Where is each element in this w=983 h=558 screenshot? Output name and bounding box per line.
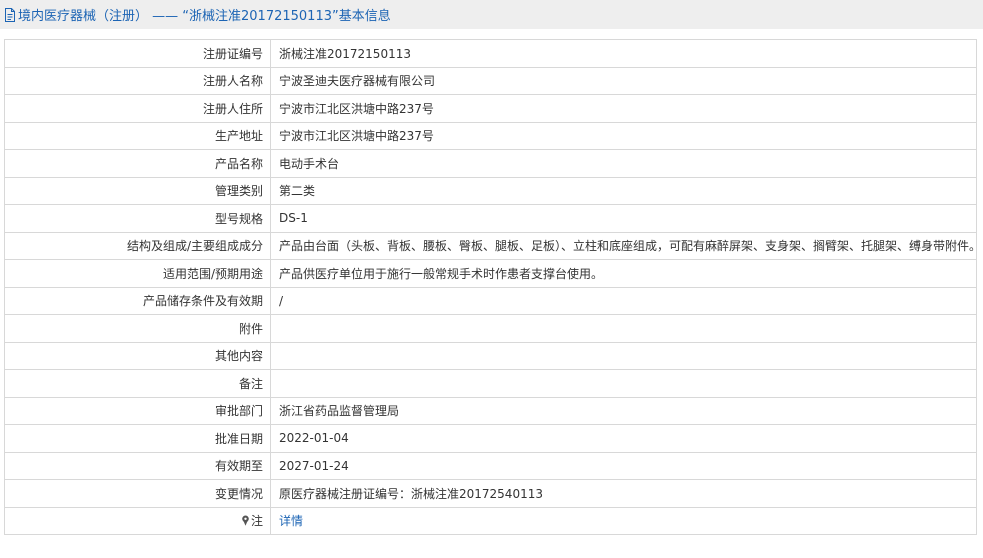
table-row: 产品储存条件及有效期 / <box>4 286 977 315</box>
field-label: 产品名称 <box>4 149 271 178</box>
field-label: 注册人名称 <box>4 66 271 95</box>
field-value: 宁波市江北区洪塘中路237号 <box>270 94 977 123</box>
field-label: 生产地址 <box>4 121 271 150</box>
field-value: / <box>270 286 977 315</box>
table-row: 审批部门 浙江省药品监督管理局 <box>4 396 977 425</box>
page-title: 境内医疗器械（注册） —— “浙械注准20172150113”基本信息 <box>18 9 391 24</box>
document-icon <box>5 7 15 22</box>
info-table-container: 注册证编号 浙械注准20172150113 注册人名称 宁波圣迪夫医疗器械有限公… <box>4 39 977 535</box>
table-row: 其他内容 <box>4 341 977 370</box>
field-label: 附件 <box>4 314 271 343</box>
table-row: 批准日期 2022-01-04 <box>4 424 977 453</box>
field-label: 结构及组成/主要组成成分 <box>4 231 271 260</box>
page-header: 境内医疗器械（注册） —— “浙械注准20172150113”基本信息 <box>0 0 983 29</box>
pin-icon <box>242 515 249 527</box>
field-label: 有效期至 <box>4 451 271 480</box>
field-label: 其他内容 <box>4 341 271 370</box>
field-value: DS-1 <box>270 204 977 233</box>
info-table: 注册证编号 浙械注准20172150113 注册人名称 宁波圣迪夫医疗器械有限公… <box>4 39 977 535</box>
table-row: 适用范围/预期用途 产品供医疗单位用于施行一般常规手术时作患者支撑台使用。 <box>4 259 977 288</box>
table-row: 注册人住所 宁波市江北区洪塘中路237号 <box>4 94 977 123</box>
field-label: 适用范围/预期用途 <box>4 259 271 288</box>
field-value <box>270 314 977 343</box>
field-label: 产品储存条件及有效期 <box>4 286 271 315</box>
field-value: 产品由台面（头板、背板、腰板、臀板、腿板、足板）、立柱和底座组成，可配有麻醉屏架… <box>270 231 977 260</box>
table-row: 型号规格 DS-1 <box>4 204 977 233</box>
note-label-cell: 注 <box>4 506 271 535</box>
field-value: 电动手术台 <box>270 149 977 178</box>
table-row: 生产地址 宁波市江北区洪塘中路237号 <box>4 121 977 150</box>
table-row: 附件 <box>4 314 977 343</box>
field-value: 浙江省药品监督管理局 <box>270 396 977 425</box>
note-label: 注 <box>250 514 263 529</box>
details-link[interactable]: 详情 <box>279 514 303 528</box>
table-row: 产品名称 电动手术台 <box>4 149 977 178</box>
field-label: 变更情况 <box>4 479 271 508</box>
field-value: 宁波圣迪夫医疗器械有限公司 <box>270 66 977 95</box>
table-row: 管理类别 第二类 <box>4 176 977 205</box>
table-row: 备注 <box>4 369 977 398</box>
field-value: 产品供医疗单位用于施行一般常规手术时作患者支撑台使用。 <box>270 259 977 288</box>
field-label: 注册证编号 <box>4 39 271 68</box>
field-value <box>270 341 977 370</box>
field-label: 备注 <box>4 369 271 398</box>
field-label: 审批部门 <box>4 396 271 425</box>
field-value: 2027-01-24 <box>270 451 977 480</box>
field-value: 2022-01-04 <box>270 424 977 453</box>
field-label: 管理类别 <box>4 176 271 205</box>
note-value-cell: 详情 <box>270 506 977 535</box>
field-label: 型号规格 <box>4 204 271 233</box>
field-value: 浙械注准20172150113 <box>270 39 977 68</box>
table-row: 注册人名称 宁波圣迪夫医疗器械有限公司 <box>4 66 977 95</box>
table-row: 变更情况 原医疗器械注册证编号：浙械注准20172540113 <box>4 479 977 508</box>
field-value <box>270 369 977 398</box>
table-row: 注册证编号 浙械注准20172150113 <box>4 39 977 68</box>
field-label: 批准日期 <box>4 424 271 453</box>
field-label: 注册人住所 <box>4 94 271 123</box>
field-value: 第二类 <box>270 176 977 205</box>
table-row: 有效期至 2027-01-24 <box>4 451 977 480</box>
field-value: 原医疗器械注册证编号：浙械注准20172540113 <box>270 479 977 508</box>
table-row: 结构及组成/主要组成成分 产品由台面（头板、背板、腰板、臀板、腿板、足板）、立柱… <box>4 231 977 260</box>
field-value: 宁波市江北区洪塘中路237号 <box>270 121 977 150</box>
note-row: 注 详情 <box>4 506 977 535</box>
